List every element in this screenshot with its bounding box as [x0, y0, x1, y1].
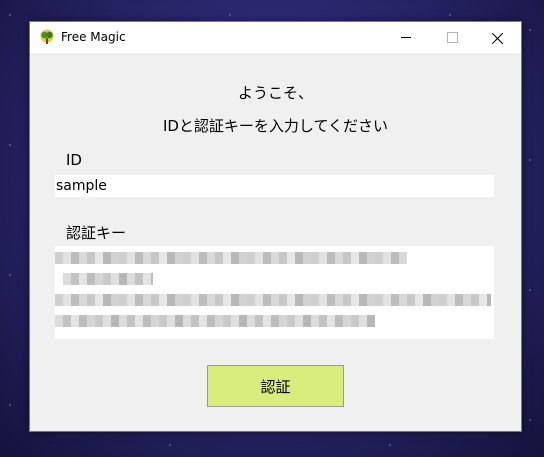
close-icon: [492, 32, 504, 44]
app-window: Free Magic ようこそ、 IDと認証キーを入力してください ID 認証キ…: [29, 21, 522, 432]
authenticate-button[interactable]: 認証: [207, 365, 344, 407]
redacted-key-line: [55, 294, 491, 306]
id-label: ID: [66, 151, 82, 169]
close-button[interactable]: [475, 22, 521, 53]
maximize-button[interactable]: [429, 22, 475, 53]
instruction-text: IDと認証キーを入力してください: [162, 117, 389, 135]
minimize-icon: [401, 37, 411, 38]
redacted-key-line: [55, 315, 375, 327]
auth-key-textarea[interactable]: [55, 246, 494, 339]
title-bar[interactable]: Free Magic: [30, 22, 521, 53]
id-input[interactable]: [55, 175, 494, 197]
window-title: Free Magic: [61, 30, 126, 44]
maximize-icon: [446, 32, 458, 43]
minimize-button[interactable]: [383, 22, 429, 53]
redacted-key-line: [55, 252, 407, 264]
tree-icon: [40, 29, 54, 44]
auth-key-label: 認証キー: [66, 224, 127, 242]
redacted-key-line: [63, 273, 153, 285]
welcome-text: ようこそ、: [237, 84, 313, 102]
